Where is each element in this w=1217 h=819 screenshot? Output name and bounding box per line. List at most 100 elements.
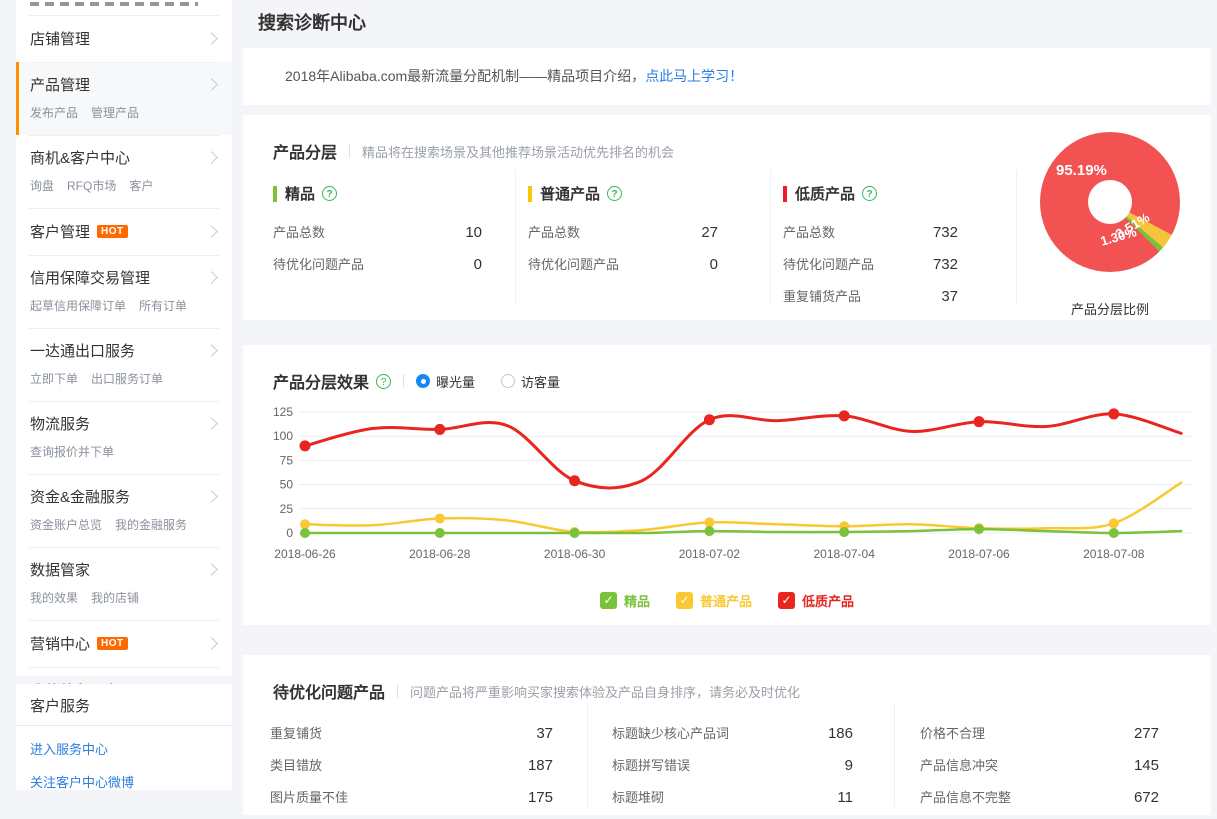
sidebar-item-label: 店铺管理 xyxy=(30,28,90,49)
sidebar-sublink[interactable]: 出口服务订单 xyxy=(91,370,163,387)
data-point-低质产品[interactable] xyxy=(974,416,985,427)
data-point-精品[interactable] xyxy=(435,528,445,538)
layer-color-bar xyxy=(273,186,277,202)
sidebar-item[interactable]: 产品管理发布产品管理产品 xyxy=(16,62,232,135)
product-layers-title: 产品分层 xyxy=(273,139,337,163)
sidebar-sublink[interactable]: 我的效果 xyxy=(30,589,78,606)
sidebar-sublink[interactable]: 发布产品 xyxy=(30,104,78,121)
issue-row: 价格不合理277 xyxy=(920,723,1159,742)
sidebar-sublink[interactable]: 我的金融服务 xyxy=(115,516,187,533)
sidebar-sublink[interactable]: 我的店铺 xyxy=(91,589,139,606)
sidebar-sublink[interactable]: RFQ市场 xyxy=(67,177,116,194)
issue-value: 186 xyxy=(828,725,853,742)
divider xyxy=(515,170,516,305)
sidebar-item-label: 客户管理 xyxy=(30,221,90,242)
issue-value: 11 xyxy=(837,789,853,806)
help-icon[interactable]: ? xyxy=(376,374,391,389)
customer-service-panel: 客户服务 进入服务中心关注客户中心微博 xyxy=(16,684,232,790)
sidebar-sublinks: 查询报价并下单 xyxy=(30,443,218,460)
data-point-普通产品[interactable] xyxy=(300,519,310,529)
data-point-普通产品[interactable] xyxy=(704,517,714,527)
layer-group-header: 普通产品? xyxy=(528,183,718,204)
sidebar-sublinks: 立即下单出口服务订单 xyxy=(30,370,218,387)
sidebar-item-row: 产品管理 xyxy=(30,74,218,95)
sidebar-sublink[interactable]: 管理产品 xyxy=(91,104,139,121)
customer-service-title: 客户服务 xyxy=(16,684,232,726)
sidebar-item-row: 物流服务 xyxy=(30,413,218,434)
sidebar-sublink[interactable]: 询盘 xyxy=(30,177,54,194)
data-point-精品[interactable] xyxy=(570,528,580,538)
sidebar-sublink[interactable]: 客户 xyxy=(129,177,153,194)
customer-service-link[interactable]: 关注客户中心微博 xyxy=(16,765,232,798)
issues-card: 待优化问题产品 问题产品将严重影响买家搜索体验及产品自身排序，请务必及时优化 重… xyxy=(243,655,1211,815)
svg-text:0: 0 xyxy=(286,526,293,540)
customer-service-link[interactable]: 进入服务中心 xyxy=(16,732,232,765)
sidebar-item[interactable]: 商机&客户中心询盘 RFQ市场客户 xyxy=(16,135,232,208)
layer-color-bar xyxy=(528,186,532,202)
data-point-低质产品[interactable] xyxy=(704,414,715,425)
sidebar-item[interactable]: 营销中心HOT xyxy=(16,620,232,667)
sidebar-item[interactable]: 数据管家我的效果我的店铺 xyxy=(16,547,232,620)
issues-title: 待优化问题产品 xyxy=(273,679,385,703)
sidebar-sublink[interactable]: 起草信用保障订单 xyxy=(30,297,126,314)
sidebar-sublink[interactable]: 资金账户总览 xyxy=(30,516,102,533)
sidebar-sublink[interactable]: 立即下单 xyxy=(30,370,78,387)
issue-value: 37 xyxy=(536,725,553,742)
legend-item[interactable]: ✓普通产品 xyxy=(676,591,752,610)
data-point-精品[interactable] xyxy=(1109,528,1119,538)
data-point-精品[interactable] xyxy=(704,526,714,536)
sidebar-item[interactable]: 客户管理HOT xyxy=(16,208,232,255)
data-point-低质产品[interactable] xyxy=(839,410,850,421)
layer-group-name: 普通产品 xyxy=(540,183,600,204)
issue-row: 重复铺货37 xyxy=(270,723,553,742)
stat-label: 产品总数 xyxy=(783,222,835,241)
metric-radio[interactable]: 访客量 xyxy=(501,372,560,391)
layer-group-name: 低质产品 xyxy=(795,183,855,204)
help-icon[interactable]: ? xyxy=(862,186,877,201)
data-point-精品[interactable] xyxy=(974,524,984,534)
sidebar-sublinks: 询盘 RFQ市场客户 xyxy=(30,177,218,194)
data-point-普通产品[interactable] xyxy=(1109,518,1119,528)
data-point-低质产品[interactable] xyxy=(1108,408,1119,419)
issue-row: 图片质量不佳175 xyxy=(270,787,553,806)
line-series-普通产品 xyxy=(305,483,1181,533)
data-point-低质产品[interactable] xyxy=(569,475,580,486)
legend-item[interactable]: ✓低质产品 xyxy=(778,591,854,610)
chart-legend: ✓精品 ✓普通产品 ✓低质产品 xyxy=(243,591,1211,610)
sidebar-item[interactable]: 信用保障交易管理起草信用保障订单所有订单 xyxy=(16,255,232,328)
notice-learn-link[interactable]: 点此马上学习！ xyxy=(645,68,743,84)
sidebar-item[interactable]: 一达通出口服务立即下单出口服务订单 xyxy=(16,328,232,401)
metric-radio[interactable]: 曝光量 xyxy=(416,372,475,391)
line-series-低质产品 xyxy=(305,414,1181,488)
data-point-低质产品[interactable] xyxy=(300,440,311,451)
help-icon[interactable]: ? xyxy=(607,186,622,201)
stat-value: 0 xyxy=(710,256,718,273)
stat-row: 产品总数27 xyxy=(528,222,718,241)
stat-label: 产品总数 xyxy=(273,222,325,241)
sidebar-item-row: 店铺管理 xyxy=(30,28,218,49)
data-point-低质产品[interactable] xyxy=(434,424,445,435)
legend-item[interactable]: ✓精品 xyxy=(600,591,650,610)
sidebar-item-label: 产品管理 xyxy=(30,74,90,95)
svg-text:2018-06-26: 2018-06-26 xyxy=(274,547,336,561)
product-layers-card: 产品分层 精品将在搜索场景及其他推荐场景活动优先排名的机会 精品?产品总数10待… xyxy=(243,115,1211,320)
sidebar-sublink[interactable]: 所有订单 xyxy=(139,297,187,314)
issue-row: 产品信息冲突145 xyxy=(920,755,1159,774)
data-point-精品[interactable] xyxy=(839,527,849,537)
sidebar-sublink[interactable]: 查询报价并下单 xyxy=(30,443,114,460)
stat-value: 732 xyxy=(933,224,958,241)
data-point-普通产品[interactable] xyxy=(435,513,445,523)
sidebar-item[interactable]: 物流服务查询报价并下单 xyxy=(16,401,232,474)
sidebar-item-row: 商机&客户中心 xyxy=(30,147,218,168)
sidebar-item[interactable]: 资金&金融服务资金账户总览我的金融服务 xyxy=(16,474,232,547)
issue-value: 9 xyxy=(845,757,853,774)
data-point-精品[interactable] xyxy=(300,528,310,538)
stat-value: 10 xyxy=(465,224,482,241)
help-icon[interactable]: ? xyxy=(322,186,337,201)
sidebar-item[interactable]: 店铺管理 xyxy=(16,15,232,62)
clipped-text-remnant xyxy=(30,2,198,6)
legend-checkbox-icon: ✓ xyxy=(600,592,617,609)
stat-row: 产品总数 10 xyxy=(273,222,482,241)
stat-label: 待优化问题产品 xyxy=(783,254,874,273)
radio-label: 曝光量 xyxy=(436,372,475,391)
